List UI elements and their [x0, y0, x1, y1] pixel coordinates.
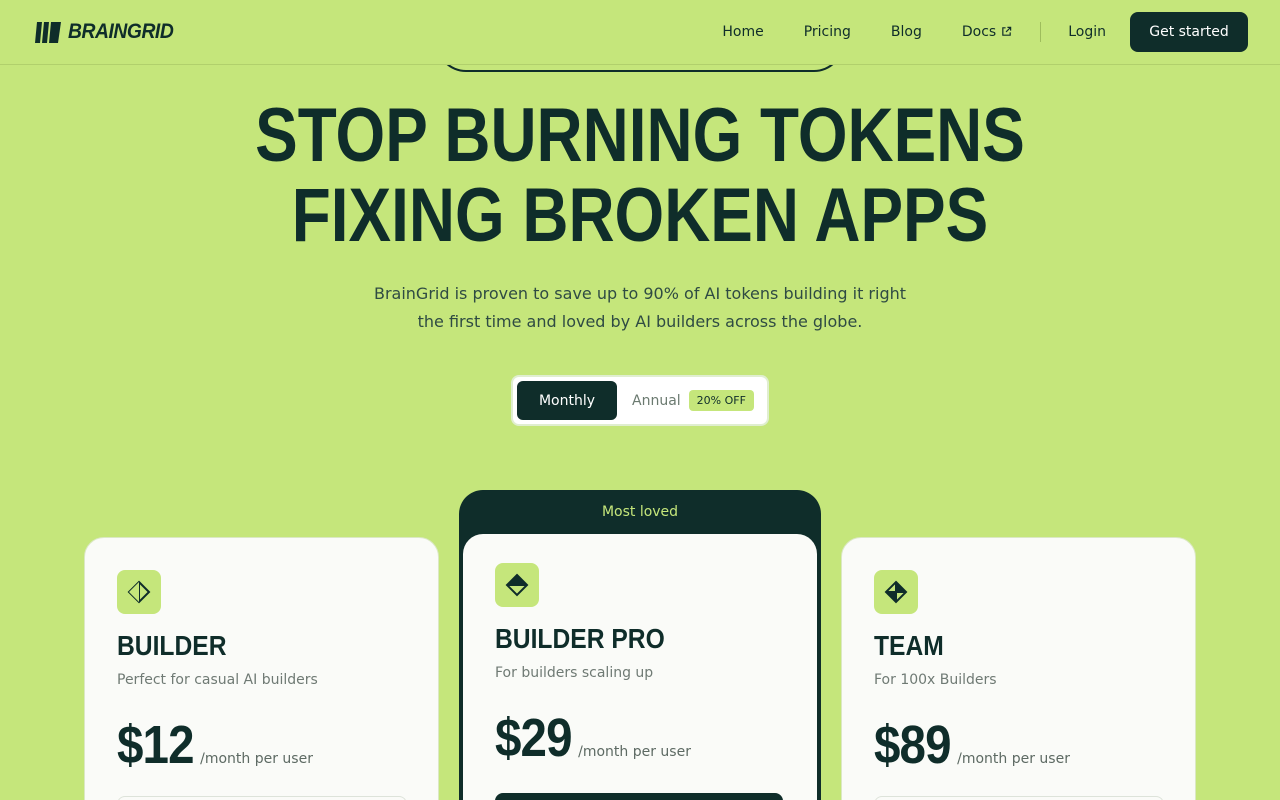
price-unit: /month per user: [957, 751, 1070, 767]
hero-title-line-1: STOP BURNING TOKENS: [255, 93, 1025, 178]
logo[interactable]: BRAINGRID: [34, 20, 183, 44]
price-amount: $29: [495, 708, 573, 768]
choose-plan-button[interactable]: [117, 796, 407, 800]
nav-pricing[interactable]: Pricing: [804, 24, 851, 40]
price-unit: /month per user: [200, 751, 313, 767]
plan-card-builder-pro-inner: BUILDER PRO For builders scaling up $29 …: [463, 534, 817, 800]
get-started-button[interactable]: Get started: [1130, 12, 1248, 52]
plan-price: $12 /month per user: [117, 714, 313, 776]
diamond-quad-icon: [874, 570, 918, 614]
diamond-half-icon: [117, 570, 161, 614]
nav-divider: [1040, 22, 1042, 42]
plan-name: BUILDER PRO: [495, 623, 665, 654]
diamond-split-icon: [495, 563, 539, 607]
nav-docs-label: Docs: [961, 24, 997, 40]
brand-name: BRAINGRID: [68, 20, 174, 43]
nav-docs[interactable]: Docs: [962, 24, 1012, 40]
billing-toggle: Monthly Annual 20% OFF: [511, 375, 769, 426]
monthly-option[interactable]: Monthly: [517, 381, 617, 420]
braingrid-logo-icon: [35, 21, 61, 43]
choose-plan-button[interactable]: [495, 793, 783, 800]
plan-card-builder: BUILDER Perfect for casual AI builders $…: [84, 537, 439, 800]
plan-description: Perfect for casual AI builders: [117, 672, 318, 688]
choose-plan-button[interactable]: [874, 796, 1164, 800]
discount-badge: 20% OFF: [688, 390, 754, 411]
plan-price: $29 /month per user: [495, 707, 691, 769]
hero-title: STOP BURNING TOKENS FIXING BROKEN APPS: [0, 96, 1280, 256]
price-amount: $12: [117, 715, 195, 775]
hero-title-line-2: FIXING BROKEN APPS: [291, 173, 989, 258]
annual-option[interactable]: Annual 20% OFF: [632, 381, 754, 420]
plan-description: For builders scaling up: [495, 665, 654, 681]
price-amount: $89: [874, 715, 952, 775]
nav-blog[interactable]: Blog: [891, 24, 922, 40]
site-header: BRAINGRID Home Pricing Blog Docs Login G…: [0, 0, 1280, 65]
plan-description: For 100x Builders: [874, 672, 997, 688]
plan-price: $89 /month per user: [874, 714, 1070, 776]
login-link[interactable]: Login: [1068, 24, 1106, 40]
plan-name: BUILDER: [117, 630, 227, 661]
most-loved-label: Most loved: [601, 504, 679, 520]
external-link-icon: [1002, 26, 1012, 36]
plan-name: TEAM: [874, 630, 944, 661]
nav-home[interactable]: Home: [722, 24, 763, 40]
main-nav: Home Pricing Blog Docs Login Get started: [722, 12, 1248, 52]
price-unit: /month per user: [578, 744, 691, 760]
plan-card-builder-pro: Most loved BUILDER PRO For builders scal…: [459, 490, 821, 800]
hero-subtitle: BrainGrid is proven to save up to 90% of…: [373, 284, 907, 331]
plan-card-team: TEAM For 100x Builders $89 /month per us…: [841, 537, 1196, 800]
annual-label: Annual: [632, 392, 681, 409]
